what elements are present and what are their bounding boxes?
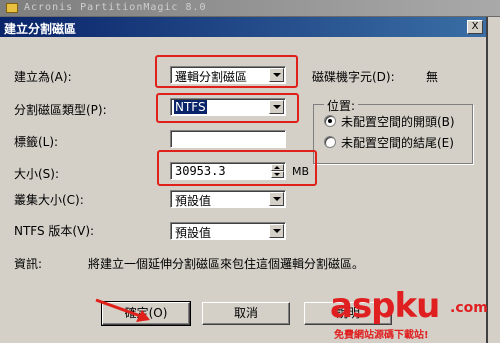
partition-type-label: 分割磁區類型(P): (14, 103, 107, 117)
cluster-size-select[interactable]: 預設值 (170, 190, 286, 208)
close-icon: X (471, 21, 479, 32)
chevron-down-icon[interactable] (269, 192, 284, 206)
watermark-subtitle: 免費網站源碼下載站! (334, 330, 429, 341)
background-window-title: Acronis PartitionMagic 8.0 (24, 2, 207, 13)
cluster-size-value: 預設值 (175, 194, 212, 208)
annotation-box-partition-type (156, 93, 299, 123)
cancel-button[interactable]: 取消 (202, 302, 290, 325)
watermark-tld: .com (450, 300, 488, 316)
annotation-box-create-as (155, 55, 298, 88)
create-as-label: 建立為(A): (14, 70, 72, 84)
ntfs-version-value: 預設值 (175, 226, 212, 240)
ntfs-version-label: NTFS 版本(V): (14, 224, 95, 238)
position-group: 位置: 未配置空間的開頭(B) 未配置空間的結尾(E) (313, 97, 473, 164)
watermark-brand: aspku (330, 286, 440, 326)
info-label: 資訊: (14, 257, 43, 271)
chevron-down-icon[interactable] (269, 224, 284, 238)
close-button[interactable]: X (467, 20, 483, 34)
annotation-box-size (157, 150, 317, 186)
background-window-titlebar: Acronis PartitionMagic 8.0 (0, 0, 500, 17)
app-icon (6, 3, 18, 13)
cluster-size-label: 叢集大小(C): (14, 193, 84, 207)
position-start-radio[interactable] (324, 115, 336, 127)
drive-letter-label: 磁碟機字元(D): (312, 70, 395, 84)
dialog-titlebar[interactable]: 建立分割磁區 X (0, 17, 486, 37)
volume-label-input[interactable] (170, 130, 286, 148)
position-legend: 位置: (324, 97, 359, 114)
ntfs-version-select[interactable]: 預設值 (170, 222, 286, 240)
watermark-logo: aspku .com 免費網站源碼下載站! (326, 286, 500, 343)
position-end-radio[interactable] (324, 136, 336, 148)
drive-letter-value: 無 (426, 70, 439, 84)
position-end-label[interactable]: 未配置空間的結尾(E) (341, 134, 454, 151)
volume-label-label: 標籤(L): (14, 135, 59, 149)
dialog-title: 建立分割磁區 (4, 22, 77, 36)
ok-button[interactable]: 確定(O) (101, 301, 191, 326)
info-text: 將建立一個延伸分割磁區來包住這個邏輯分割磁區。 (88, 257, 365, 271)
position-start-label[interactable]: 未配置空間的開頭(B) (341, 113, 455, 130)
size-label: 大小(S): (14, 167, 60, 181)
